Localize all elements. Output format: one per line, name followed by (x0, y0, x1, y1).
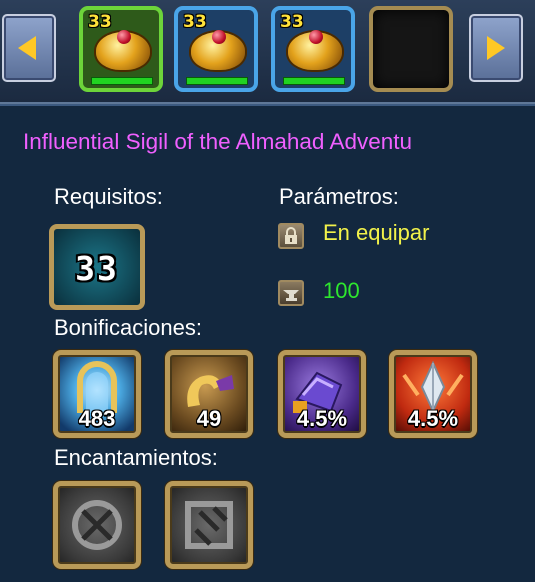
requirements-label: Requisitos: (54, 184, 163, 209)
red-crystal-icon: 4.5% (389, 350, 477, 438)
item-title: Influential Sigil of the Almahad Adventu (23, 129, 413, 154)
ruby-gem-icon (309, 30, 323, 44)
scroll-left-button[interactable] (2, 14, 56, 82)
binding-type: En equipar (323, 220, 430, 245)
empty-enchant-slot-icon[interactable] (165, 481, 253, 569)
scroll-right-button[interactable] (469, 14, 523, 82)
item-slot-empty[interactable] (369, 6, 453, 92)
item-slot-level: 33 (183, 12, 207, 32)
shield-defense-icon: 483 (53, 350, 141, 438)
item-slot-strip: 33 33 33 (0, 0, 535, 104)
item-slot-durability-bar (91, 77, 153, 85)
ruby-gem-icon (117, 30, 131, 44)
item-slot-durability-bar (186, 77, 248, 85)
arrow-left-icon (18, 36, 36, 60)
item-slot[interactable]: 33 (271, 6, 355, 92)
required-level-icon: 33 (49, 224, 145, 310)
required-level-value: 33 (75, 249, 119, 288)
item-slot-durability-bar (283, 77, 345, 85)
durability-value: 100 (323, 278, 360, 303)
purple-gauntlet-icon: 4.5% (278, 350, 366, 438)
bonus-value: 4.5% (407, 406, 459, 431)
parameters-label: Parámetros: (279, 184, 399, 209)
enchantments-label: Encantamientos: (54, 445, 218, 470)
item-slot[interactable]: 33 (174, 6, 258, 92)
lock-icon (278, 223, 304, 249)
item-slot[interactable]: 33 (79, 6, 163, 92)
bonus-value: 49 (196, 406, 222, 431)
ruby-gem-icon (212, 30, 226, 44)
bonuses-label: Bonificaciones: (54, 315, 202, 340)
arrow-right-icon (487, 36, 505, 60)
arm-strength-icon: 49 (165, 350, 253, 438)
item-tooltip-panel: Influential Sigil of the Almahad Adventu… (0, 104, 535, 582)
empty-enchant-slot-icon[interactable] (53, 481, 141, 569)
item-slot-level: 33 (88, 12, 112, 32)
bonus-value: 4.5% (296, 406, 348, 431)
bonus-value: 483 (78, 406, 116, 431)
anvil-icon (278, 280, 304, 306)
item-slot-level: 33 (280, 12, 304, 32)
